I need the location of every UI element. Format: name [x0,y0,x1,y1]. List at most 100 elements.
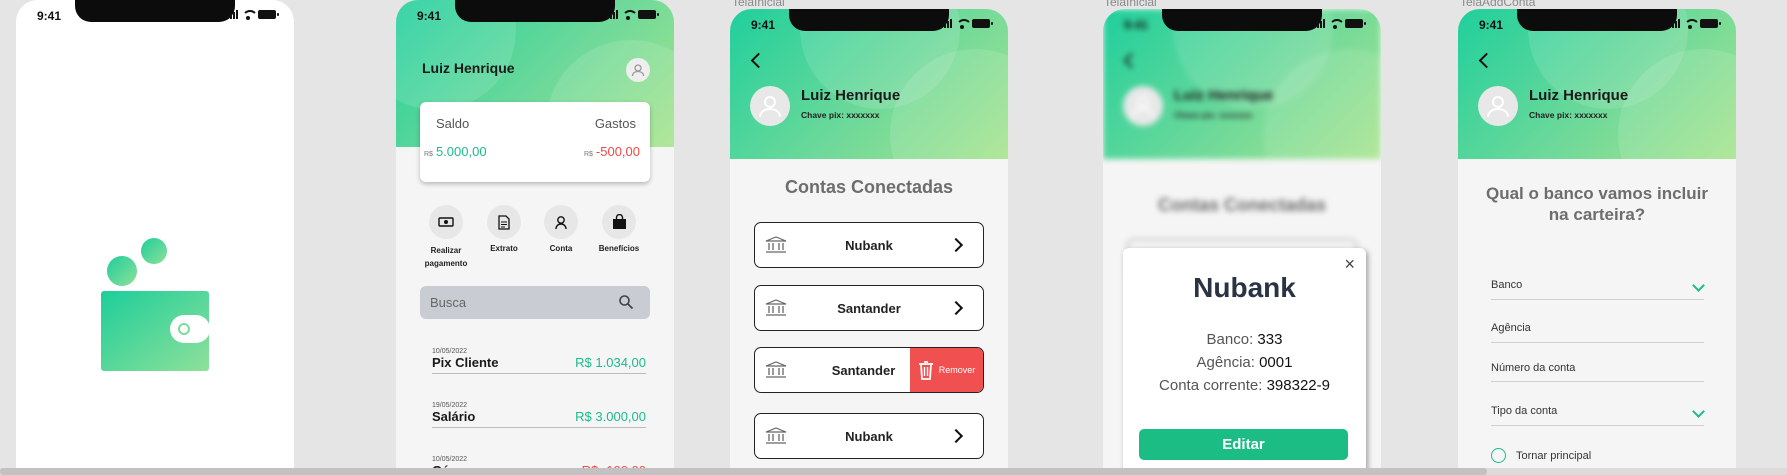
transaction-date: 10/05/2022 [432,348,468,355]
account-type-select[interactable]: Tipo da conta [1458,405,1736,435]
user-icon [555,215,567,229]
profile-name: Luiz Henrique [1529,87,1629,104]
wifi-icon [242,10,258,20]
avatar [1123,86,1163,126]
chevron-right-icon[interactable] [948,237,964,253]
quick-action-label: Conta [549,244,573,253]
account-card-nubank[interactable]: Nubank [754,222,984,268]
account-card-santander[interactable]: Santander [754,285,984,331]
balance-card: Saldo Gastos R$ 5.000,00 R$ -500,00 [420,102,650,182]
notch [1162,9,1322,31]
status-time: 9:41 [1124,18,1149,32]
search-input[interactable]: Busca [420,286,650,319]
quick-action-account[interactable]: Conta [533,205,589,253]
status-time: 9:41 [1479,18,1504,32]
frame-label-add: TelaAddConta [1460,0,1536,9]
signal-icon [607,10,618,19]
account-card-santander-swiped[interactable]: Santander Remover [754,347,984,393]
transaction-amount: R$ 1.034,00 [575,355,646,370]
section-title: Contas Conectadas [784,177,954,197]
bank-icon [765,361,787,378]
status-icons [227,10,279,20]
wallet-logo-icon [100,235,210,375]
quick-action-label: Benefícios [598,244,640,253]
add-question: Qual o banco vamos incluir na carteira? [1486,184,1708,224]
search-placeholder: Busca [430,295,467,310]
chevron-down-icon[interactable] [1692,405,1705,418]
profile-name: Luiz Henrique [1174,87,1274,104]
notch [789,9,949,31]
account-detail-screen: 9:41 Luiz Henrique Chave pix: xxxxxxx Co… [1103,9,1381,475]
agency-field[interactable]: Agência [1458,322,1736,352]
connected-accounts-screen: 9:41 Luiz Henrique Chave pix: xxxxxxx Co… [730,9,1008,475]
account-value: 398322-9 [1266,377,1330,394]
status-time: 9:41 [751,18,776,32]
balance-label: Saldo [436,116,470,131]
agency-value: 0001 [1259,354,1293,371]
signal-icon [227,10,238,19]
quick-action-benefits[interactable]: Benefícios [591,205,647,253]
quick-action-payment[interactable]: Realizar pagamento [418,205,474,270]
home-user-name: Luiz Henrique [422,60,515,76]
transaction-date: 19/05/2022 [432,402,468,409]
profile-name: Luiz Henrique [801,87,901,104]
wifi-icon [1329,19,1345,29]
splash-screen: 9:41 [16,0,294,475]
notch [455,0,615,22]
profile-button[interactable] [626,58,650,82]
account-name: Santander [831,362,896,378]
make-primary-radio[interactable]: Tornar principal [1491,448,1591,463]
expenses-label: Gastos [594,116,636,131]
modal-title: Nubank [1193,272,1296,303]
bank-icon [765,427,787,444]
transaction-amount: R$ 3.000,00 [575,409,646,424]
pix-key: Chave pix: xxxxxxx [801,110,880,120]
notch [75,0,235,22]
signal-icon [1669,19,1680,28]
chevron-down-icon[interactable] [1692,279,1705,292]
chevron-right-icon[interactable] [948,300,964,316]
signal-icon [941,19,952,28]
account-number-field[interactable]: Número da conta [1458,362,1736,392]
bank-select[interactable]: Banco [1458,279,1736,309]
transaction-row[interactable]: 10/05/2022 Pix Cliente R$ 1.034,00 [432,348,646,374]
make-primary-label: Tornar principal [1516,449,1592,462]
quick-action-statement[interactable]: Extrato [476,205,532,253]
signal-icon [1314,19,1325,28]
shopping-bag-icon [612,214,626,229]
pix-key: Chave pix: xxxxxxx [1174,110,1253,120]
remove-button[interactable]: Remover [910,348,983,392]
frame-label-connected: TelaInicial [732,0,785,9]
scrollbar-thumb[interactable] [0,468,1487,475]
account-card-nubank[interactable]: Nubank [754,413,984,459]
avatar [750,86,790,126]
battery-icon [258,10,279,19]
agency-label: Agência: [1196,354,1255,371]
status-icons [1314,19,1366,29]
quick-action-label: Realizar pagamento [424,246,468,268]
frame-label-detail: TelaInicial [1104,0,1157,9]
wifi-icon [956,19,972,29]
agency-label: Agência [1491,322,1531,334]
balance-value: 5.000,00 [435,144,487,159]
search-icon[interactable] [618,294,634,310]
quick-action-label: Extrato [490,244,518,253]
edit-button[interactable]: Editar [1139,429,1348,460]
wifi-icon [1684,19,1700,29]
section-title: Contas Conectadas [1157,195,1327,215]
account-name: Santander [837,300,901,316]
account-label: Conta corrente: [1159,377,1263,394]
status-icons [941,19,993,29]
account-name: Nubank [845,428,893,444]
currency-small: R$ [583,151,593,158]
user-avatar-icon [1132,96,1154,118]
transaction-row[interactable]: 19/05/2022 Salário R$ 3.000,00 [432,402,646,428]
horizontal-scrollbar[interactable] [0,468,1787,475]
bank-label: Banco: [1206,331,1254,348]
bank-value: 333 [1257,331,1283,348]
expenses-value: -500,00 [595,144,640,159]
radio-icon [1491,448,1506,463]
home-screen: 9:41 Luiz Henrique Saldo Gastos R$ 5.000… [396,0,674,475]
chevron-right-icon[interactable] [948,428,964,444]
notch [1517,9,1677,31]
